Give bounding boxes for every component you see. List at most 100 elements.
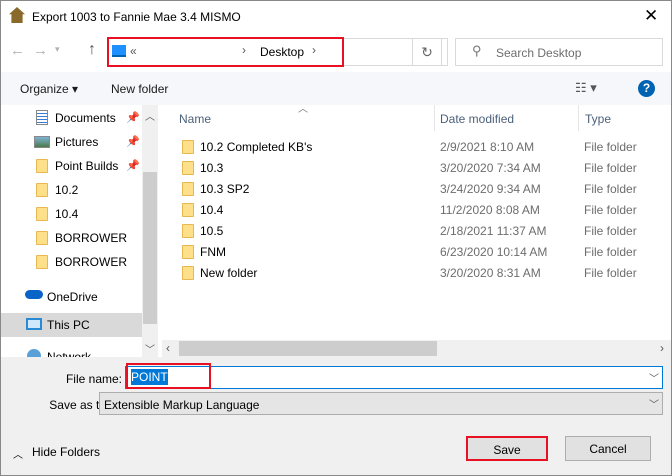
folder-icon <box>36 231 48 245</box>
file-row[interactable]: 10.4 11/2/2020 8:08 AM File folder <box>163 199 672 220</box>
scroll-down-icon[interactable]: ﹀ <box>145 341 155 356</box>
nav-item[interactable]: BORROWER <box>0 226 142 250</box>
pictures-icon <box>34 136 50 148</box>
nav-item[interactable]: 10.4 <box>0 202 142 226</box>
file-row[interactable]: FNM 6/23/2020 10:14 AM File folder <box>163 241 672 262</box>
nav-item[interactable]: 10.2 <box>0 178 142 202</box>
folder-icon <box>36 255 48 269</box>
folder-icon <box>182 266 194 280</box>
nav-item[interactable]: Pictures <box>0 130 142 154</box>
column-name[interactable]: Name <box>179 112 211 126</box>
new-folder-button[interactable]: New folder <box>111 82 168 96</box>
save-button[interactable]: Save <box>466 436 548 461</box>
file-type: File folder <box>584 203 637 217</box>
search-icon: ⚲ <box>472 43 482 58</box>
file-row[interactable]: 10.2 Completed KB's 2/9/2021 8:10 AM Fil… <box>163 136 672 157</box>
file-date: 3/20/2020 8:31 AM <box>440 266 541 280</box>
nav-network[interactable]: Network <box>0 345 142 357</box>
folder-icon <box>182 203 194 217</box>
nav-item-label: Documents <box>55 111 116 125</box>
nav-scroll-thumb[interactable] <box>143 172 157 324</box>
nav-item-label: 10.2 <box>55 183 79 197</box>
cancel-button[interactable]: Cancel <box>565 436 651 461</box>
nav-item[interactable]: Documents <box>0 106 142 130</box>
folder-icon <box>36 207 48 221</box>
nav-item[interactable]: Point Builds <box>0 154 142 178</box>
sort-arrow-icon: ︿ <box>298 104 308 115</box>
file-date: 6/23/2020 10:14 AM <box>440 245 548 259</box>
nav-this-pc-label: This PC <box>47 318 90 332</box>
file-type: File folder <box>584 182 637 196</box>
folder-icon <box>182 161 194 175</box>
up-icon[interactable]: ↑ <box>88 41 96 59</box>
nav-item[interactable]: BORROWER <box>0 250 142 274</box>
computer-icon <box>112 45 126 57</box>
back-icon[interactable]: ← <box>10 42 25 59</box>
nav-item-label: 10.4 <box>55 207 79 221</box>
organize-button[interactable]: Organize ▾ <box>20 82 78 96</box>
forward-icon[interactable]: → <box>33 42 48 59</box>
folder-icon <box>182 140 194 154</box>
file-name: New folder <box>200 266 258 280</box>
file-name: 10.5 <box>200 224 224 238</box>
save-type-dropdown-icon[interactable]: ﹀ <box>649 396 659 411</box>
folder-icon <box>36 183 48 197</box>
search-input[interactable]: Search Desktop <box>455 38 663 66</box>
pin-icon[interactable]: 📌 <box>126 135 140 148</box>
close-icon[interactable]: ✕ <box>644 6 658 26</box>
nav-item-label: Pictures <box>55 135 99 149</box>
toolbar <box>0 72 672 105</box>
pin-icon[interactable]: 📌 <box>126 159 140 172</box>
app-icon <box>9 7 25 23</box>
breadcrumb-prefix[interactable]: « <box>130 44 137 58</box>
file-type: File folder <box>584 161 637 175</box>
file-type: File folder <box>584 224 637 238</box>
this-pc-icon <box>26 318 42 330</box>
breadcrumb-sep[interactable]: › <box>312 43 316 57</box>
nav-item-label: BORROWER <box>55 255 127 269</box>
file-date: 11/2/2020 8:08 AM <box>440 203 540 217</box>
column-type[interactable]: Type <box>585 112 611 126</box>
scroll-right-icon[interactable]: › <box>660 341 664 355</box>
chevron-up-icon[interactable]: ︿ <box>13 446 23 461</box>
view-options-icon[interactable]: ☷ ▾ <box>575 80 597 96</box>
file-row[interactable]: New folder 3/20/2020 8:31 AM File folder <box>163 262 672 283</box>
column-divider[interactable] <box>578 105 579 131</box>
folder-icon <box>36 159 48 173</box>
file-type: File folder <box>584 245 637 259</box>
nav-item-label: BORROWER <box>55 231 127 245</box>
pin-icon[interactable]: 📌 <box>126 111 140 124</box>
file-row[interactable]: 10.5 2/18/2021 11:37 AM File folder <box>163 220 672 241</box>
scroll-up-icon[interactable]: ︿ <box>145 108 155 123</box>
help-icon[interactable]: ? <box>638 80 655 97</box>
column-divider[interactable] <box>434 105 435 131</box>
nav-onedrive[interactable]: OneDrive <box>0 285 142 309</box>
nav-item-label: Point Builds <box>55 159 119 173</box>
breadcrumb-sep[interactable]: › <box>242 43 246 57</box>
scroll-left-icon[interactable]: ‹ <box>166 341 170 355</box>
hide-folders-button[interactable]: Hide Folders <box>32 445 100 459</box>
column-date[interactable]: Date modified <box>440 112 514 126</box>
file-name-label: File name: <box>65 372 122 386</box>
file-date: 2/18/2021 11:37 AM <box>440 224 547 238</box>
file-row[interactable]: 10.3 3/20/2020 7:34 AM File folder <box>163 157 672 178</box>
recent-dropdown-icon[interactable]: ▾ <box>55 44 60 55</box>
file-type: File folder <box>584 140 637 154</box>
file-row[interactable]: 10.3 SP2 3/24/2020 9:34 AM File folder <box>163 178 672 199</box>
breadcrumb-desktop[interactable]: Desktop <box>260 45 304 59</box>
file-name: 10.3 <box>200 161 224 175</box>
file-name: FNM <box>200 245 226 259</box>
folder-icon <box>182 245 194 259</box>
file-type: File folder <box>584 266 637 280</box>
horizontal-scroll-thumb[interactable] <box>179 341 437 356</box>
file-name-dropdown-icon[interactable]: ﹀ <box>649 370 659 385</box>
file-name: 10.4 <box>200 203 224 217</box>
address-highlight <box>107 37 344 67</box>
refresh-button[interactable]: ↻ <box>412 38 442 66</box>
save-type-value: Extensible Markup Language <box>104 398 260 412</box>
file-date: 3/20/2020 7:34 AM <box>440 161 541 175</box>
window-title: Export 1003 to Fannie Mae 3.4 MISMO <box>32 10 241 24</box>
file-date: 2/9/2021 8:10 AM <box>440 140 535 154</box>
file-date: 3/24/2020 9:34 AM <box>440 182 541 196</box>
file-name: 10.2 Completed KB's <box>200 140 313 154</box>
